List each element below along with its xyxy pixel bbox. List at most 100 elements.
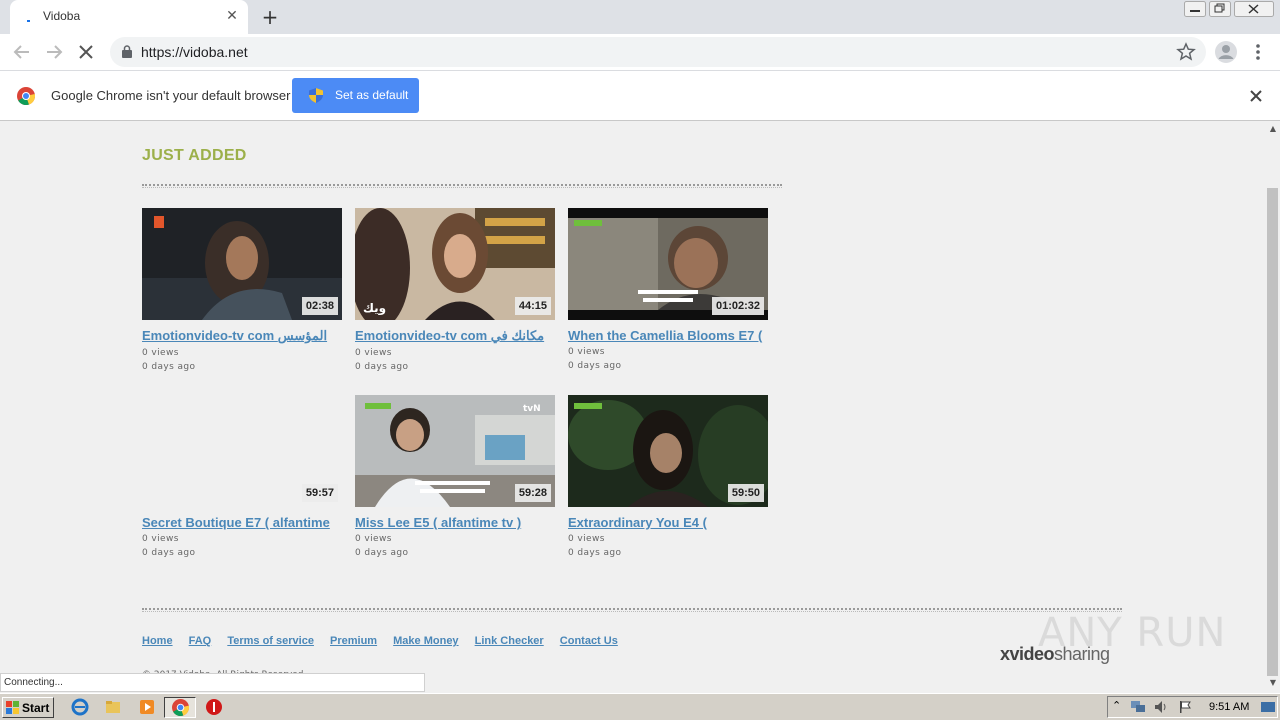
video-duration: 01:02:32 xyxy=(711,297,764,315)
bookmark-star-icon[interactable] xyxy=(1176,42,1196,62)
video-thumbnail[interactable]: 01:02:32 xyxy=(568,208,768,320)
lock-icon xyxy=(122,45,132,58)
video-duration: 59:57 xyxy=(301,484,338,502)
video-title-link[interactable]: When the Camellia Blooms E7 ( xyxy=(568,328,768,343)
restore-icon[interactable] xyxy=(1209,1,1231,17)
video-views: 0 views xyxy=(568,347,605,357)
browser-tab[interactable]: Vidoba ✕ xyxy=(10,0,248,34)
video-title-link[interactable]: Emotionvideo-tv com مكانك في xyxy=(355,328,555,344)
section-divider xyxy=(142,184,782,188)
video-card: 59:50 Extraordinary You E4 ( 0 views 0 d… xyxy=(568,395,768,558)
video-title-link[interactable]: Secret Boutique E7 ( alfantime xyxy=(142,515,342,530)
infobar-message: Google Chrome isn't your default browser xyxy=(51,88,291,103)
address-bar[interactable]: https://vidoba.net xyxy=(110,37,1206,67)
video-duration: 02:38 xyxy=(301,297,338,315)
set-as-default-button[interactable]: Set as default xyxy=(292,78,419,113)
network-icon[interactable] xyxy=(1130,700,1146,714)
windows-flag-icon xyxy=(6,701,19,714)
video-duration: 59:28 xyxy=(514,484,551,502)
loading-spinner-icon xyxy=(27,20,30,22)
tab-strip: Vidoba ✕ + xyxy=(0,0,1280,34)
media-player-icon[interactable] xyxy=(138,698,156,716)
video-card: ويك 44:15 Emotionvideo-tv com مكانك في 0… xyxy=(355,208,555,372)
video-views: 0 views xyxy=(355,348,392,358)
default-browser-infobar: Google Chrome isn't your default browser… xyxy=(0,70,1280,121)
volume-icon[interactable] xyxy=(1154,700,1168,714)
footer-link-home[interactable]: Home xyxy=(142,635,173,647)
start-button[interactable]: Start xyxy=(2,697,54,718)
footer-link-contact[interactable]: Contact Us xyxy=(560,635,618,647)
stop-sign-icon[interactable] xyxy=(205,698,223,716)
video-title-link[interactable]: Emotionvideo-tv com المؤسس xyxy=(142,328,342,344)
stop-loading-icon[interactable] xyxy=(74,40,98,64)
chrome-taskbar-button[interactable] xyxy=(164,697,196,718)
footer-link-faq[interactable]: FAQ xyxy=(189,635,212,647)
minimize-icon[interactable] xyxy=(1184,1,1206,17)
scroll-thumb[interactable] xyxy=(1267,188,1278,676)
video-age: 0 days ago xyxy=(142,548,196,558)
footer-nav: Home FAQ Terms of service Premium Make M… xyxy=(142,635,631,647)
video-card: 59:57 Secret Boutique E7 ( alfantime 0 v… xyxy=(142,395,342,558)
brand-bold: xvideo xyxy=(1000,644,1055,664)
video-thumbnail[interactable]: 59:50 xyxy=(568,395,768,507)
internet-explorer-icon[interactable] xyxy=(71,698,89,716)
svg-text:tvN: tvN xyxy=(523,404,541,414)
video-title-link[interactable]: Miss Lee E5 ( alfantime tv ) xyxy=(355,515,555,530)
page-content: JUST ADDED 02:38 Emotionvideo-tv com الم… xyxy=(0,122,1266,692)
action-center-flag-icon[interactable] xyxy=(1178,700,1192,714)
browser-menu-icon[interactable] xyxy=(1250,41,1266,63)
footer-link-terms[interactable]: Terms of service xyxy=(227,635,314,647)
page-scrollbar[interactable]: ▲ ▼ xyxy=(1266,122,1280,692)
brand-light: sharing xyxy=(1054,644,1110,664)
file-explorer-icon[interactable] xyxy=(104,698,122,716)
section-title: JUST ADDED xyxy=(142,147,247,164)
video-views: 0 views xyxy=(568,534,605,544)
chrome-logo-icon xyxy=(17,87,35,105)
tray-expand-icon[interactable]: ⌃ xyxy=(1112,699,1121,712)
video-duration: 44:15 xyxy=(514,297,551,315)
tab-close-icon[interactable]: ✕ xyxy=(224,8,240,24)
footer-link-link-checker[interactable]: Link Checker xyxy=(475,635,544,647)
video-thumbnail[interactable]: ويك 44:15 xyxy=(355,208,555,320)
windows-taskbar: Start ⌃ 9:51 AM xyxy=(0,693,1280,720)
video-age: 0 days ago xyxy=(355,548,409,558)
video-thumbnail[interactable]: tvN 59:28 xyxy=(355,395,555,507)
profile-avatar-icon[interactable] xyxy=(1215,41,1237,63)
scroll-down-icon[interactable]: ▼ xyxy=(1268,678,1278,688)
video-age: 0 days ago xyxy=(355,362,409,372)
video-card: 01:02:32 When the Camellia Blooms E7 ( 0… xyxy=(568,208,768,371)
scroll-up-icon[interactable]: ▲ xyxy=(1268,124,1278,134)
status-bubble: Connecting... xyxy=(0,673,425,692)
chrome-taskbar-icon xyxy=(172,699,189,716)
system-clock: 9:51 AM xyxy=(1209,701,1250,713)
uac-shield-icon xyxy=(309,88,323,103)
video-age: 0 days ago xyxy=(568,548,622,558)
footer-divider xyxy=(142,608,1122,612)
url-text: https://vidoba.net xyxy=(141,44,248,60)
footer-link-make-money[interactable]: Make Money xyxy=(393,635,458,647)
video-thumbnail[interactable]: 59:57 xyxy=(142,395,342,507)
tab-title: Vidoba xyxy=(43,9,81,23)
video-views: 0 views xyxy=(142,348,179,358)
window-close-icon[interactable] xyxy=(1234,1,1274,17)
infobar-close-icon[interactable] xyxy=(1248,88,1264,104)
video-card: tvN 59:28 Miss Lee E5 ( alfantime tv ) 0… xyxy=(355,395,555,558)
brand-logo: xvideosharing xyxy=(1000,644,1110,665)
svg-text:ويك: ويك xyxy=(363,301,386,316)
video-age: 0 days ago xyxy=(568,361,622,371)
system-tray: ⌃ xyxy=(1107,696,1278,718)
video-title-link[interactable]: Extraordinary You E4 ( xyxy=(568,515,768,530)
back-icon[interactable] xyxy=(10,40,34,64)
video-thumbnail[interactable]: 02:38 xyxy=(142,208,342,320)
footer-link-premium[interactable]: Premium xyxy=(330,635,377,647)
new-tab-button[interactable]: + xyxy=(258,5,282,29)
forward-icon[interactable] xyxy=(42,40,66,64)
video-card: 02:38 Emotionvideo-tv com المؤسس 0 views… xyxy=(142,208,342,372)
start-label: Start xyxy=(22,701,50,715)
video-duration: 59:50 xyxy=(727,484,764,502)
show-desktop-icon[interactable] xyxy=(1260,700,1276,714)
video-views: 0 views xyxy=(355,534,392,544)
browser-toolbar: https://vidoba.net xyxy=(0,34,1280,70)
set-default-label: Set as default xyxy=(335,88,409,102)
video-age: 0 days ago xyxy=(142,362,196,372)
